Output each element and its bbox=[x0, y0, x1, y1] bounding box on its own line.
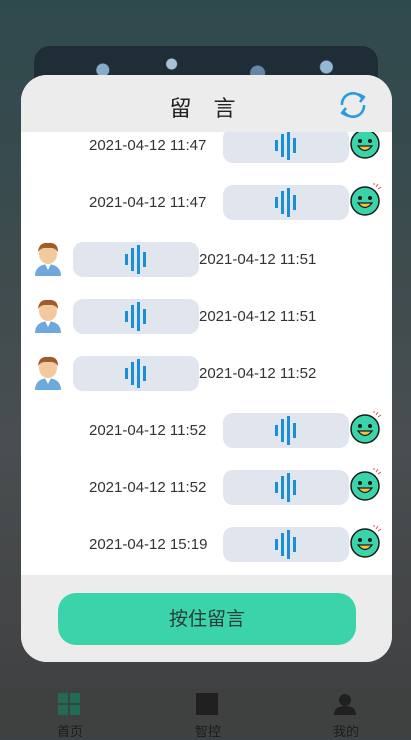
message-item: 2021-04-12 11:52 bbox=[21, 356, 392, 392]
message-timestamp: 2021-04-12 11:51 bbox=[199, 308, 317, 325]
message-timestamp: 2021-04-12 11:51 bbox=[199, 251, 317, 268]
message-item: 2021-04-12 15:19 bbox=[21, 525, 392, 564]
hold-to-record-button[interactable]: 按住留言 bbox=[58, 593, 356, 645]
message-timestamp: 2021-04-12 11:47 bbox=[89, 194, 207, 211]
tab-smart-control[interactable]: 智控 bbox=[168, 687, 248, 739]
waveform-icon bbox=[275, 530, 296, 559]
waveform-icon bbox=[275, 188, 296, 217]
voice-bubble[interactable] bbox=[73, 242, 199, 277]
message-list[interactable]: 2021-04-12 11:47 2021-04-12 11:47 2021-0… bbox=[21, 132, 392, 575]
voice-bubble[interactable] bbox=[223, 413, 349, 448]
voice-bubble[interactable] bbox=[223, 185, 349, 220]
message-item: 2021-04-12 11:52 bbox=[21, 468, 392, 507]
smiley-face-icon bbox=[349, 468, 383, 507]
man-avatar-icon bbox=[33, 297, 63, 338]
smiley-face-icon bbox=[349, 132, 383, 165]
message-timestamp: 2021-04-12 11:52 bbox=[89, 422, 207, 439]
tab-label: 智控 bbox=[194, 724, 221, 739]
person-icon bbox=[334, 694, 356, 715]
smiley-face-icon bbox=[349, 411, 383, 450]
dialog-footer: 按住留言 bbox=[21, 575, 392, 662]
bottom-tab-bar: 首页 智控 我的 bbox=[0, 687, 411, 739]
tab-mine[interactable]: 我的 bbox=[306, 687, 386, 739]
voice-bubble[interactable] bbox=[73, 356, 199, 391]
message-timestamp: 2021-04-12 15:19 bbox=[89, 536, 208, 553]
waveform-icon bbox=[275, 473, 296, 502]
voice-bubble[interactable] bbox=[223, 132, 349, 163]
tab-home[interactable]: 首页 bbox=[30, 687, 110, 739]
refresh-button[interactable] bbox=[336, 89, 370, 121]
grid-icon bbox=[58, 693, 80, 715]
message-item: 2021-04-12 11:51 bbox=[21, 242, 392, 278]
voice-bubble[interactable] bbox=[223, 527, 349, 562]
waveform-icon bbox=[125, 302, 146, 331]
waveform-icon bbox=[125, 245, 146, 274]
dialog-header: 留 言 bbox=[21, 75, 392, 132]
smiley-face-icon bbox=[349, 183, 383, 222]
voice-bubble[interactable] bbox=[223, 470, 349, 505]
message-item: 2021-04-12 11:51 bbox=[21, 299, 392, 335]
tab-label: 首页 bbox=[56, 724, 83, 739]
message-timestamp: 2021-04-12 11:47 bbox=[89, 137, 207, 154]
smiley-face-icon bbox=[349, 525, 383, 564]
message-item: 2021-04-12 11:52 bbox=[21, 411, 392, 450]
voice-message-dialog: 留 言 2021-04-12 11:47 2021-04-12 11:47 20… bbox=[21, 75, 392, 662]
waveform-icon bbox=[275, 416, 296, 445]
square-icon bbox=[196, 693, 218, 715]
tab-label: 我的 bbox=[332, 724, 359, 739]
message-timestamp: 2021-04-12 11:52 bbox=[199, 365, 317, 382]
message-timestamp: 2021-04-12 11:52 bbox=[89, 479, 207, 496]
voice-bubble[interactable] bbox=[73, 299, 199, 334]
refresh-icon bbox=[340, 92, 366, 118]
waveform-icon bbox=[275, 132, 296, 160]
message-item: 2021-04-12 11:47 bbox=[21, 183, 392, 222]
waveform-icon bbox=[125, 359, 146, 388]
man-avatar-icon bbox=[33, 354, 63, 395]
message-item: 2021-04-12 11:47 bbox=[21, 132, 392, 164]
man-avatar-icon bbox=[33, 240, 63, 281]
